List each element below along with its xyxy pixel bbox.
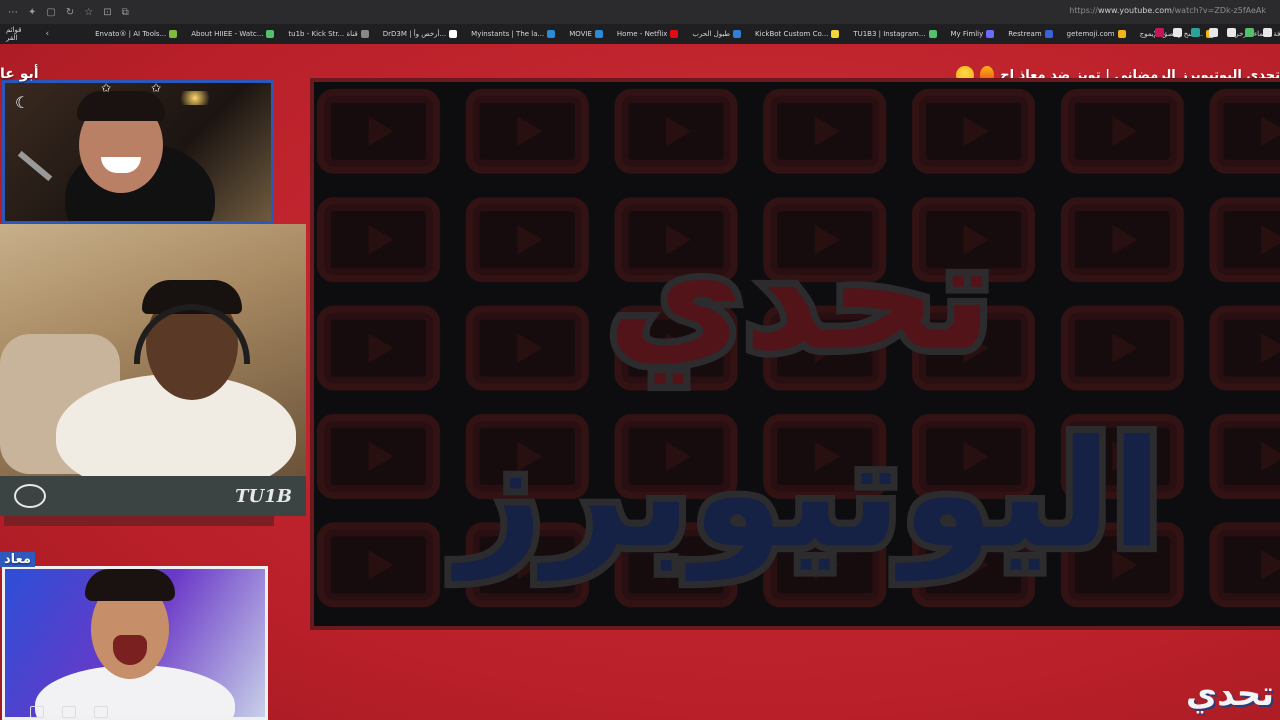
reload-icon[interactable]: ↻	[66, 7, 74, 18]
bookmark-item[interactable]: DrD3M | أرخص وأ...	[382, 30, 458, 38]
bookmark-favicon-icon[interactable]	[1191, 28, 1200, 37]
bookmark-label: DrD3M | أرخص وأ...	[382, 30, 447, 38]
more-icon[interactable]: ⋯	[8, 7, 18, 18]
bookmark-favicon-icon	[449, 30, 458, 38]
bookmark-label: TU1B3 | Instagram...	[853, 30, 926, 38]
bookmark-favicon-icon	[986, 30, 995, 38]
bookmark-label: Myinstants | The la...	[471, 30, 545, 38]
bookmark-favicon-icon[interactable]	[1173, 28, 1182, 37]
bookmark-favicon-icon	[1044, 30, 1053, 38]
webcam-streamer-1: ☾ ✩ ✩	[2, 80, 274, 224]
bookmark-item[interactable]: MOVIE	[569, 30, 603, 38]
bookmark-label: MOVIE	[569, 30, 592, 38]
bookmark-item[interactable]: tu1b - Kick Str... قناة	[288, 30, 369, 38]
bookmark-favicon-icon	[670, 30, 679, 38]
streamer-1-hair	[77, 91, 165, 121]
bookmark-favicon-icon	[928, 30, 937, 38]
webcam-streamer-3	[2, 566, 268, 720]
screen-stage: ⋯ ✦ ▢ ↻ ☆ ⊡ ⧉ https://www.youtube.com/wa…	[0, 0, 1280, 720]
star-icon: ✩	[151, 81, 162, 95]
bookmark-item[interactable]: طبول الحرب	[692, 30, 742, 38]
bookmark-item[interactable]: Home - Netflix	[616, 30, 679, 38]
bookmark-label: Home - Netflix	[616, 30, 668, 38]
share-icon[interactable]: ⧉	[122, 7, 129, 18]
bookmark-label: About HIIEE - Watc...	[191, 30, 264, 38]
streamer-3-name: معاد	[0, 552, 35, 567]
bookmark-favicon-icon	[1117, 30, 1126, 38]
banner-base	[4, 516, 274, 526]
bookmark-star-icon[interactable]: ☆	[84, 7, 93, 18]
chat-icon[interactable]	[62, 706, 76, 718]
bookmark-label: Envato® | AI Tools...	[95, 30, 167, 38]
bookmark-list: Envato® | AI Tools... About HIIEE - Watc.…	[95, 30, 1280, 38]
streamer-3-hair	[85, 569, 175, 601]
corner-show-logo: تحدي	[1185, 674, 1274, 714]
crescent-moon-icon: ☾	[15, 93, 30, 112]
bookmark-folder[interactable]: قوائم القر	[6, 26, 22, 42]
webcam-streamer-2	[0, 224, 306, 476]
bookmark-favicon-icon[interactable]	[1263, 28, 1272, 37]
bookmark-item[interactable]: Restream	[1008, 30, 1053, 38]
bookmarks-bar: قوائم القر ‹ Envato® | AI Tools... About …	[0, 24, 1280, 44]
main-video-screen[interactable]: تحدي اليوتيوبرز	[310, 78, 1280, 630]
microphone-arm	[17, 150, 53, 182]
bookmark-item[interactable]: My Fimliy	[951, 30, 995, 38]
streamer-2-banner: TU1B	[0, 476, 306, 516]
star-icon: ✩	[101, 81, 112, 95]
bookmark-favicon-icon	[733, 30, 742, 38]
bookmark-label: KickBot Custom Co...	[755, 30, 829, 38]
bookmark-label: My Fimliy	[950, 30, 984, 38]
chevron-left-icon[interactable]: ‹	[46, 29, 50, 39]
bookmark-favicon-icon	[266, 30, 275, 38]
bookmark-favicon-icon[interactable]	[1245, 28, 1254, 37]
bookmark-item[interactable]: KickBot Custom Co...	[755, 30, 840, 38]
streamer-1-name: أبو عا	[0, 66, 39, 82]
screenshot-icon[interactable]: ⊡	[103, 7, 111, 18]
url-prefix: https://	[1069, 6, 1098, 15]
bookmark-item[interactable]: About HIIEE - Watc...	[191, 30, 275, 38]
bookmark-item[interactable]: Myinstants | The la...	[471, 30, 556, 38]
url-domain: www.youtube.com	[1097, 6, 1172, 15]
bookmark-favicon-icon	[360, 30, 369, 38]
address-bar[interactable]: https://www.youtube.com/watch?v=ZDk-z5fA…	[1069, 6, 1266, 15]
bookmark-favicon-icon	[594, 30, 603, 38]
bookmark-favicon-icon	[169, 30, 178, 38]
bookmark-favicon-icon	[831, 30, 840, 38]
player-mini-controls	[30, 706, 108, 718]
bookmark-icons-right	[1155, 28, 1272, 37]
bookmark-favicon-icon	[547, 30, 556, 38]
string-lights	[175, 91, 215, 105]
title-pattern-graphic: تحدي اليوتيوبرز	[314, 82, 1280, 626]
bookmark-item[interactable]: getemoji.com	[1067, 30, 1126, 38]
bookmark-label: طبول الحرب	[692, 30, 731, 38]
list-icon[interactable]	[30, 706, 44, 718]
url-path: /watch?v=ZDk-z5fAeAk	[1171, 6, 1266, 15]
bookmark-label: tu1b - Kick Str... قناة	[288, 30, 358, 38]
bookmark-favicon-icon[interactable]	[1209, 28, 1218, 37]
bookmark-item[interactable]: TU1B3 | Instagram...	[853, 30, 937, 38]
bookmark-item[interactable]: Envato® | AI Tools...	[95, 30, 178, 38]
bookmark-label: Restream	[1008, 30, 1042, 38]
window-icon[interactable]: ▢	[46, 7, 55, 18]
extension-icon[interactable]: ✦	[28, 7, 36, 18]
bowl-logo-icon	[14, 484, 46, 508]
bookmark-favicon-icon[interactable]	[1227, 28, 1236, 37]
like-icon[interactable]	[94, 706, 108, 718]
banner-logo-text: TU1B	[235, 485, 292, 507]
bookmark-favicon-icon[interactable]	[1155, 28, 1164, 37]
bookmark-label: getemoji.com	[1066, 30, 1115, 38]
